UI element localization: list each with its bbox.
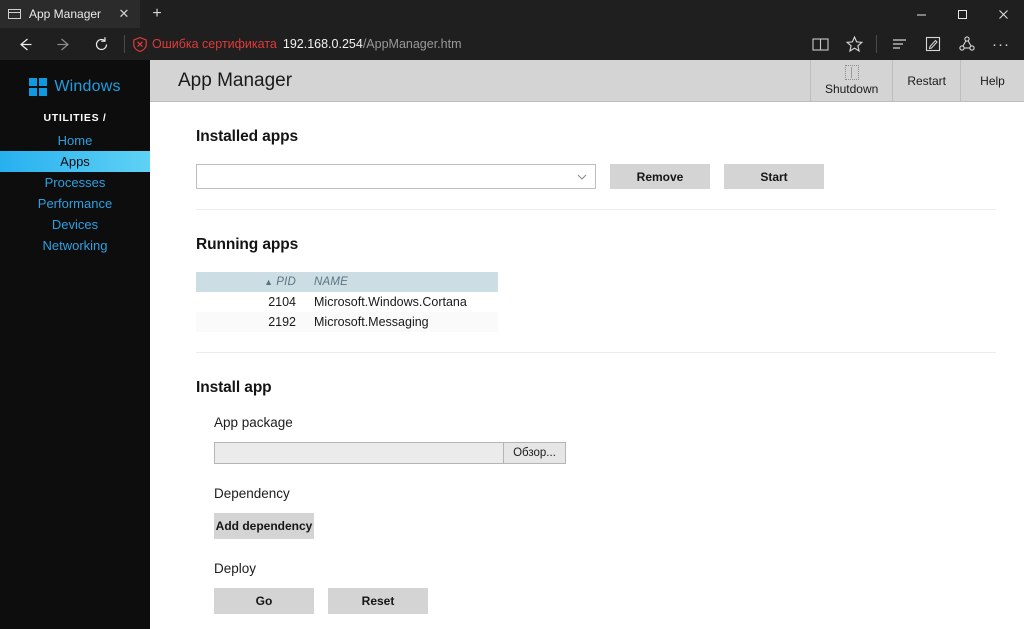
running-apps-table: ▲ PID NAME 2104 Microsoft.Windows.Cortana bbox=[196, 272, 498, 332]
add-dependency-button[interactable]: Add dependency bbox=[214, 513, 314, 539]
go-button[interactable]: Go bbox=[214, 588, 314, 614]
sidebar-item-performance[interactable]: Performance bbox=[0, 193, 150, 214]
toolbar-divider bbox=[876, 35, 877, 53]
browser-navbar: Ошибка сертификата 192.168.0.254/AppMana… bbox=[0, 28, 1024, 60]
page-title: App Manager bbox=[178, 69, 293, 91]
url-host: 192.168.0.254 bbox=[282, 37, 363, 51]
running-apps-section: Running apps ▲ PID NAME 2104 Microsoft.W… bbox=[196, 209, 996, 332]
sidebar-item-networking[interactable]: Networking bbox=[0, 235, 150, 256]
install-app-section: Install app App package Обзор... Depende… bbox=[196, 352, 996, 614]
shield-warning-icon bbox=[133, 36, 147, 52]
dependency-label: Dependency bbox=[214, 486, 290, 501]
sidebar-item-processes[interactable]: Processes bbox=[0, 172, 150, 193]
certificate-error-indicator[interactable]: Ошибка сертификата bbox=[133, 36, 277, 52]
sidebar-nav: Home Apps Processes Performance Devices … bbox=[0, 130, 150, 256]
browser-tab[interactable]: App Manager ✕ bbox=[0, 0, 140, 28]
main-area: App Manager Shutdown Restart Help Instal… bbox=[150, 59, 1024, 629]
shutdown-button[interactable]: Shutdown bbox=[809, 59, 892, 102]
web-note-icon[interactable] bbox=[916, 28, 950, 60]
installed-apps-select[interactable] bbox=[196, 164, 596, 189]
row-name: Microsoft.Windows.Cortana bbox=[306, 292, 498, 312]
broken-image-icon bbox=[844, 65, 859, 80]
page-viewport: Windows UTILITIES / Home Apps Processes … bbox=[0, 59, 1024, 629]
back-button[interactable] bbox=[6, 28, 44, 60]
page-icon bbox=[8, 9, 21, 19]
minimize-button[interactable] bbox=[901, 0, 942, 28]
more-options-icon[interactable]: ··· bbox=[984, 28, 1018, 60]
app-package-row: Обзор... bbox=[214, 442, 996, 464]
refresh-button[interactable] bbox=[82, 28, 120, 60]
restart-button[interactable]: Restart bbox=[892, 59, 960, 102]
sidebar-item-apps[interactable]: Apps bbox=[0, 151, 150, 172]
column-name[interactable]: NAME bbox=[306, 272, 498, 292]
restart-label: Restart bbox=[907, 73, 946, 88]
reading-view-icon[interactable] bbox=[803, 28, 837, 60]
app-package-label: App package bbox=[214, 415, 293, 430]
deploy-label: Deploy bbox=[214, 561, 257, 576]
address-url: 192.168.0.254/AppManager.htm bbox=[283, 37, 462, 51]
window-controls bbox=[901, 0, 1024, 28]
table-header-row: ▲ PID NAME bbox=[196, 272, 498, 292]
app-package-file-input[interactable]: Обзор... bbox=[214, 442, 566, 464]
column-pid-label: PID bbox=[276, 276, 296, 288]
browser-toolbar: ··· bbox=[803, 28, 1018, 60]
running-apps-title: Running apps bbox=[196, 236, 299, 253]
close-tab-icon[interactable]: ✕ bbox=[116, 6, 132, 22]
shutdown-label: Shutdown bbox=[824, 82, 879, 96]
navbar-divider bbox=[124, 35, 125, 53]
row-select[interactable] bbox=[196, 312, 248, 332]
reset-button[interactable]: Reset bbox=[328, 588, 428, 614]
install-app-title: Install app bbox=[196, 379, 272, 396]
sidebar-item-devices[interactable]: Devices bbox=[0, 214, 150, 235]
sidebar: Windows UTILITIES / Home Apps Processes … bbox=[0, 60, 150, 629]
breadcrumb: UTILITIES / bbox=[43, 112, 107, 124]
installed-apps-title: Installed apps bbox=[196, 128, 298, 145]
running-apps-body: 2104 Microsoft.Windows.Cortana 2192 Micr… bbox=[196, 292, 498, 332]
browse-button[interactable]: Обзор... bbox=[503, 443, 565, 463]
dependency-row: Add dependency bbox=[214, 513, 996, 539]
new-tab-button[interactable]: + bbox=[140, 0, 174, 28]
browser-titlebar: App Manager ✕ + bbox=[0, 0, 1024, 28]
row-select[interactable] bbox=[196, 292, 248, 312]
share-icon[interactable] bbox=[950, 28, 984, 60]
remove-button[interactable]: Remove bbox=[610, 164, 710, 189]
maximize-button[interactable] bbox=[942, 0, 983, 28]
brand-label: Windows bbox=[54, 78, 121, 95]
forward-button[interactable] bbox=[44, 28, 82, 60]
header-actions: Shutdown Restart Help bbox=[809, 59, 1024, 102]
browser-window: App Manager ✕ + Ошибка сертификата 192.1… bbox=[0, 0, 1024, 629]
close-window-button[interactable] bbox=[983, 0, 1024, 28]
hub-icon[interactable] bbox=[882, 28, 916, 60]
certificate-error-text: Ошибка сертификата bbox=[152, 37, 277, 51]
start-button[interactable]: Start bbox=[724, 164, 824, 189]
windows-brand: Windows bbox=[0, 68, 150, 112]
installed-apps-section: Installed apps Remove Start bbox=[196, 102, 996, 189]
tab-title: App Manager bbox=[29, 7, 102, 21]
help-button[interactable]: Help bbox=[960, 59, 1024, 102]
star-icon[interactable] bbox=[837, 28, 871, 60]
chevron-down-icon bbox=[577, 174, 587, 180]
column-select[interactable] bbox=[196, 272, 248, 292]
deploy-row: Go Reset bbox=[214, 588, 996, 614]
running-apps-header: ▲ PID NAME bbox=[196, 272, 498, 292]
address-bar[interactable]: Ошибка сертификата 192.168.0.254/AppMana… bbox=[133, 28, 803, 60]
page-content: Installed apps Remove Start Running apps bbox=[150, 102, 1024, 629]
column-pid[interactable]: ▲ PID bbox=[248, 272, 306, 292]
table-row[interactable]: 2104 Microsoft.Windows.Cortana bbox=[196, 292, 498, 312]
table-row[interactable]: 2192 Microsoft.Messaging bbox=[196, 312, 498, 332]
installed-apps-controls: Remove Start bbox=[196, 164, 996, 189]
row-name: Microsoft.Messaging bbox=[306, 312, 498, 332]
app-package-value bbox=[215, 443, 503, 463]
url-path: /AppManager.htm bbox=[362, 37, 462, 51]
sort-ascending-icon: ▲ bbox=[264, 277, 274, 287]
sidebar-item-home[interactable]: Home bbox=[0, 130, 150, 151]
row-pid: 2104 bbox=[248, 292, 306, 312]
windows-logo-icon bbox=[29, 78, 48, 96]
help-label: Help bbox=[980, 73, 1005, 88]
row-pid: 2192 bbox=[248, 312, 306, 332]
page-header: App Manager Shutdown Restart Help bbox=[150, 59, 1024, 102]
